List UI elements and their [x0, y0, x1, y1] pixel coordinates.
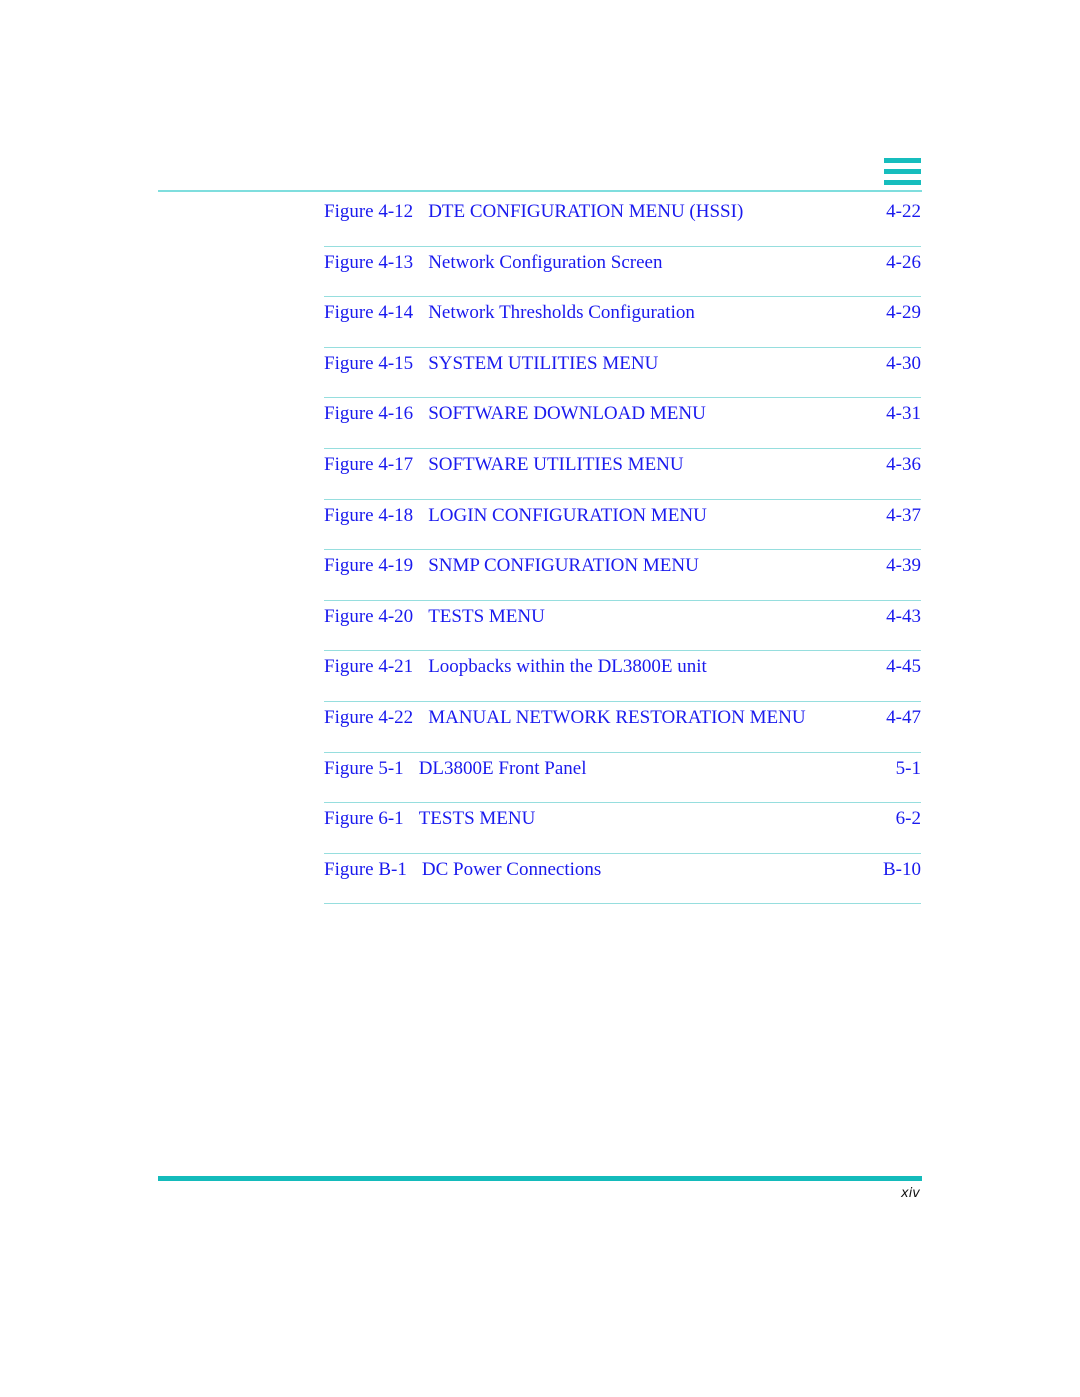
page-reference[interactable]: 4-30: [886, 353, 921, 375]
toc-entry-label[interactable]: Figure 4-13 Network Configuration Screen: [324, 252, 662, 274]
figure-number: Figure 4-18: [324, 504, 414, 526]
figure-number: Figure 4-15: [324, 352, 414, 374]
page-reference[interactable]: 4-29: [886, 302, 921, 324]
toc-entry-label[interactable]: Figure 4-20 TESTS MENU: [324, 606, 545, 628]
figure-number: Figure 4-16: [324, 403, 414, 425]
toc-entry[interactable]: Figure 4-19 SNMP CONFIGURATION MENU 4-39: [324, 550, 921, 601]
toc-entry-label[interactable]: Figure 4-18 LOGIN CONFIGURATION MENU: [324, 505, 707, 527]
toc-entry-label[interactable]: Figure 4-14 Network Thresholds Configurat…: [324, 302, 695, 324]
toc-entry-label[interactable]: Figure 4-22 MANUAL NETWORK RESTORATION ME…: [324, 707, 806, 729]
toc-entry[interactable]: Figure 4-15 SYSTEM UTILITIES MENU 4-30: [324, 348, 921, 399]
toc-entry-label[interactable]: Figure 4-19 SNMP CONFIGURATION MENU: [324, 555, 699, 577]
figure-number: Figure 4-21: [324, 656, 414, 678]
figure-title: DL3800E Front Panel: [418, 757, 587, 779]
page-reference[interactable]: 4-26: [886, 252, 921, 274]
page-reference[interactable]: 4-45: [886, 656, 921, 678]
figure-title: Network Configuration Screen: [428, 251, 663, 273]
toc-entry-label[interactable]: Figure 6-1 TESTS MENU: [324, 808, 535, 830]
figure-number: Figure 5-1: [324, 757, 404, 779]
figure-number: Figure 4-13: [324, 251, 414, 273]
figure-title: SOFTWARE DOWNLOAD MENU: [428, 403, 706, 425]
toc-entry[interactable]: Figure 6-1 TESTS MENU 6-2: [324, 803, 921, 854]
figure-title: DC Power Connections: [421, 858, 602, 880]
toc-entry[interactable]: Figure 4-16 SOFTWARE DOWNLOAD MENU 4-31: [324, 398, 921, 449]
page-reference[interactable]: 6-2: [896, 808, 921, 830]
page-number: xiv: [901, 1186, 920, 1201]
figure-title: SOFTWARE UTILITIES MENU: [428, 453, 684, 475]
toc-entry[interactable]: Figure B-1 DC Power Connections B-10: [324, 854, 921, 905]
header-rule: [158, 190, 922, 192]
toc-entry-label[interactable]: Figure 4-12 DTE CONFIGURATION MENU (HSSI): [324, 201, 743, 223]
figure-title: MANUAL NETWORK RESTORATION MENU: [428, 706, 806, 728]
toc-entry-label[interactable]: Figure 4-17 SOFTWARE UTILITIES MENU: [324, 454, 684, 476]
footer-rule: [158, 1176, 922, 1181]
page-reference[interactable]: 4-39: [886, 555, 921, 577]
figure-number: Figure 4-14: [324, 302, 414, 324]
figure-title: TESTS MENU: [428, 605, 545, 627]
toc-entry[interactable]: Figure 4-12 DTE CONFIGURATION MENU (HSSI)…: [324, 196, 921, 247]
figure-number: Figure 6-1: [324, 808, 404, 830]
toc-entry[interactable]: Figure 4-21 Loopbacks within the DL3800E …: [324, 651, 921, 702]
figure-title: Network Thresholds Configuration: [428, 302, 695, 324]
toc-entry[interactable]: Figure 4-20 TESTS MENU 4-43: [324, 601, 921, 652]
hamburger-menu-icon: [884, 158, 921, 186]
toc-entry-label[interactable]: Figure B-1 DC Power Connections: [324, 859, 601, 881]
page-reference[interactable]: 4-22: [886, 201, 921, 223]
figure-number: Figure 4-17: [324, 453, 414, 475]
page-reference[interactable]: B-10: [883, 859, 921, 881]
figure-number: Figure 4-22: [324, 706, 414, 728]
toc-entry[interactable]: Figure 4-18 LOGIN CONFIGURATION MENU 4-37: [324, 500, 921, 551]
toc-entry-label[interactable]: Figure 4-16 SOFTWARE DOWNLOAD MENU: [324, 403, 706, 425]
figure-number: Figure B-1: [324, 858, 407, 880]
toc-entry-label[interactable]: Figure 5-1 DL3800E Front Panel: [324, 758, 587, 780]
toc-entry[interactable]: Figure 4-14 Network Thresholds Configurat…: [324, 297, 921, 348]
figure-title: SYSTEM UTILITIES MENU: [428, 352, 659, 374]
figure-title: DTE CONFIGURATION MENU (HSSI): [428, 201, 744, 222]
figure-number: Figure 4-19: [324, 555, 414, 577]
toc-entry[interactable]: Figure 4-13 Network Configuration Screen 4…: [324, 247, 921, 298]
page-reference[interactable]: 4-36: [886, 454, 921, 476]
figure-number: Figure 4-12: [324, 201, 414, 222]
figure-title: TESTS MENU: [418, 808, 536, 830]
figure-number: Figure 4-20: [324, 605, 414, 627]
toc-entry[interactable]: Figure 5-1 DL3800E Front Panel 5-1: [324, 753, 921, 804]
toc-entry-label[interactable]: Figure 4-15 SYSTEM UTILITIES MENU: [324, 353, 658, 375]
page-reference[interactable]: 4-31: [886, 403, 921, 425]
list-of-figures: Figure 4-12 DTE CONFIGURATION MENU (HSSI)…: [324, 196, 921, 905]
toc-entry[interactable]: Figure 4-17 SOFTWARE UTILITIES MENU 4-36: [324, 449, 921, 500]
toc-entry[interactable]: Figure 4-22 MANUAL NETWORK RESTORATION ME…: [324, 702, 921, 753]
page-reference[interactable]: 5-1: [896, 758, 921, 780]
page-reference[interactable]: 4-43: [886, 606, 921, 628]
page-reference[interactable]: 4-47: [886, 707, 921, 729]
figure-title: SNMP CONFIGURATION MENU: [428, 555, 699, 577]
page-reference[interactable]: 4-37: [886, 505, 921, 527]
figure-title: Loopbacks within the DL3800E unit: [428, 656, 707, 678]
figure-title: LOGIN CONFIGURATION MENU: [428, 504, 707, 526]
toc-entry-label[interactable]: Figure 4-21 Loopbacks within the DL3800E …: [324, 656, 707, 678]
